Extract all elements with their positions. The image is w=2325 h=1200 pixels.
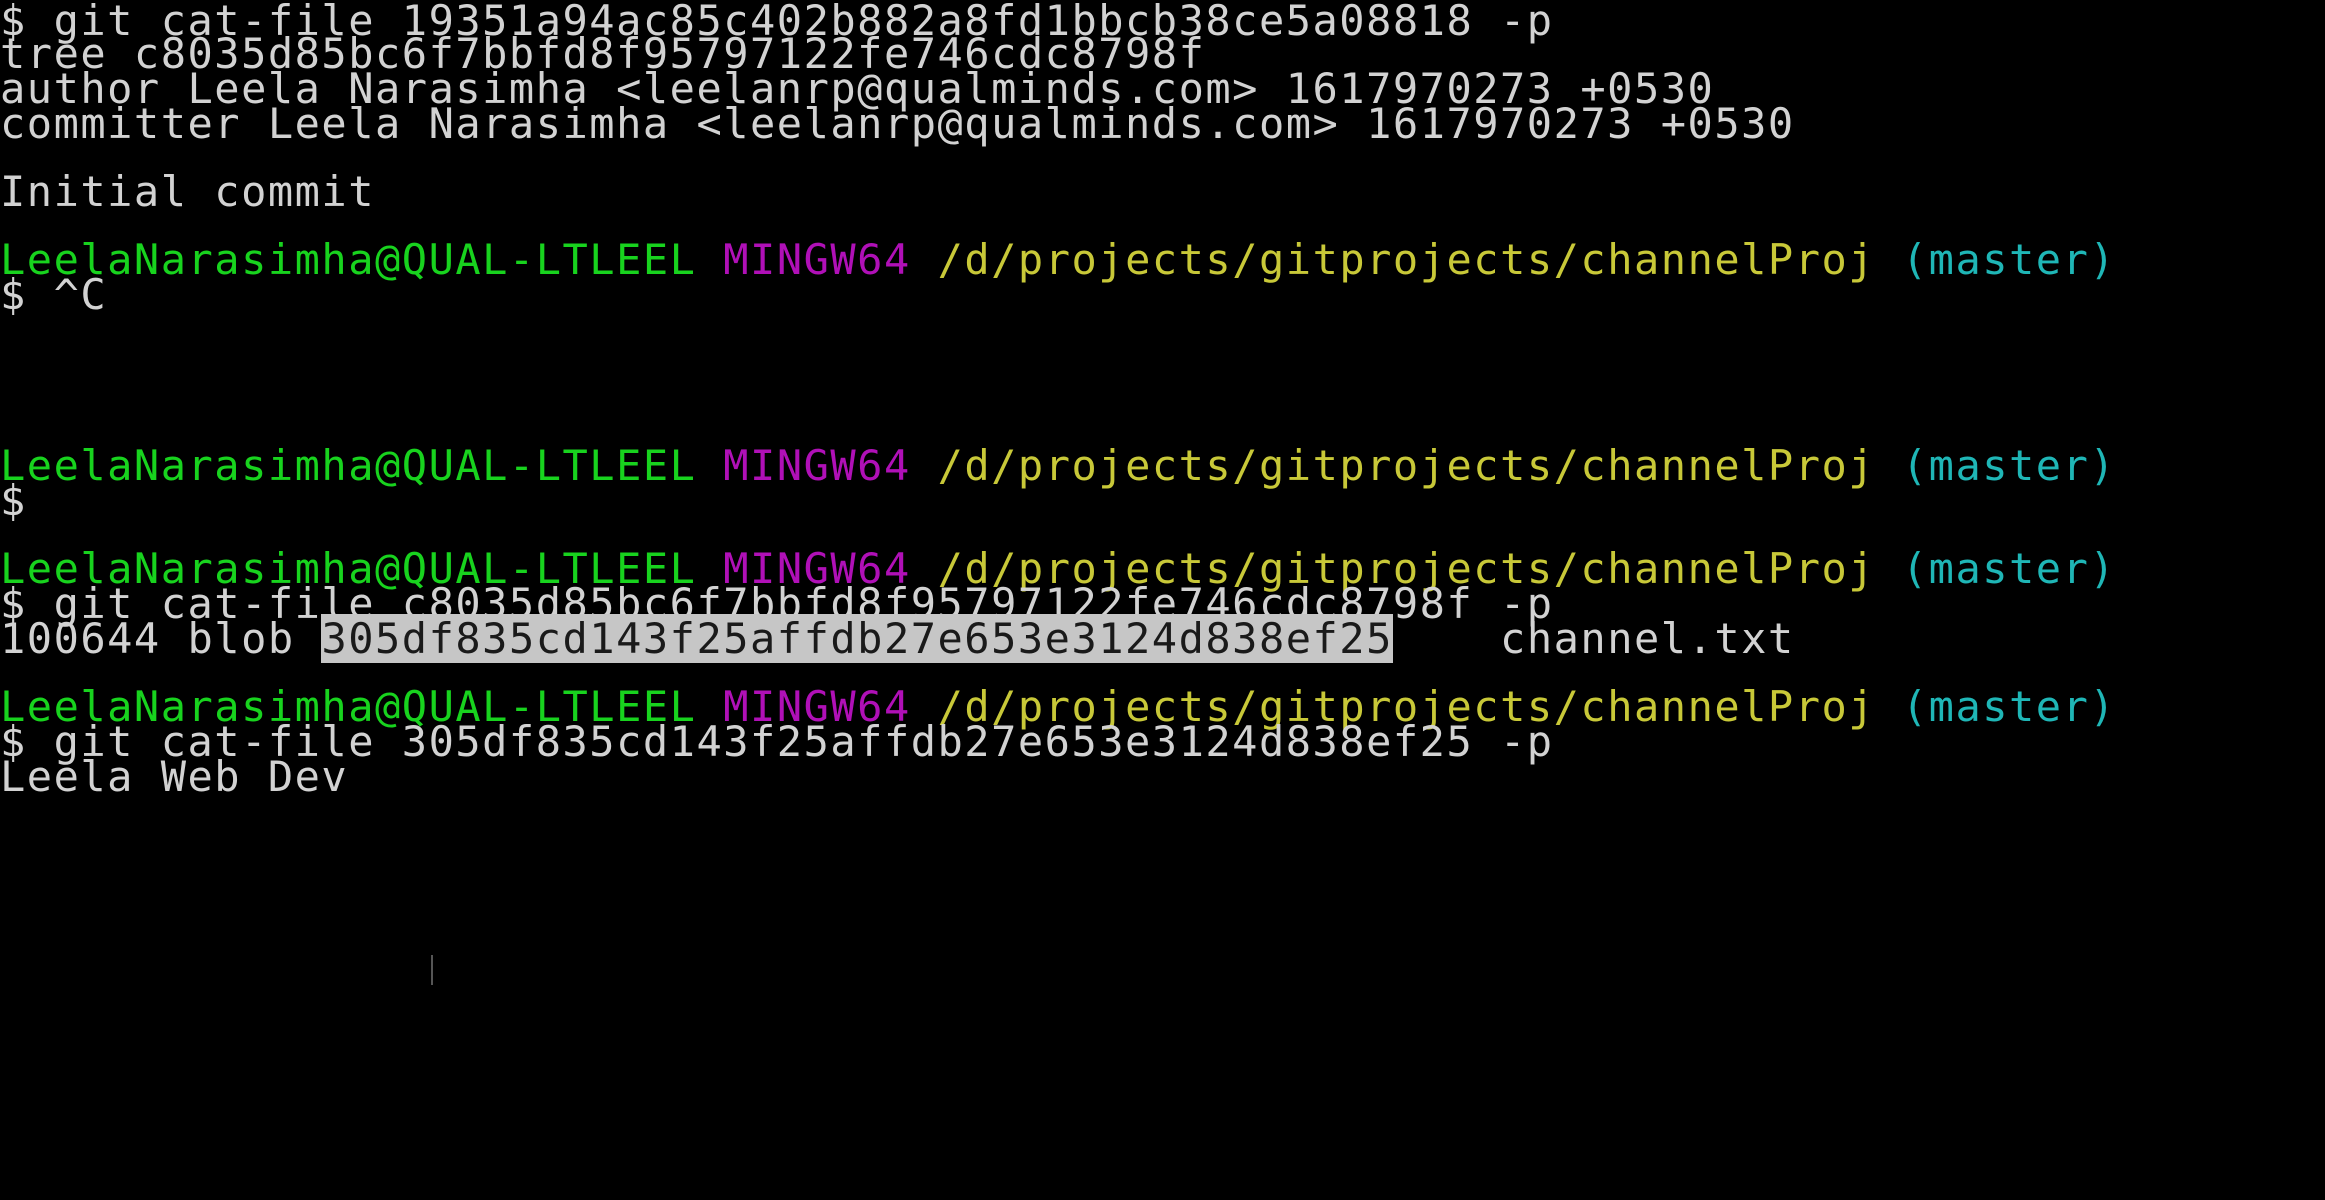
prompt-line: LeelaNarasimha@QUAL-LTLEEL MINGW64 /d/pr… [0,440,2116,491]
prompt-path: /d/projects/gitprojects/channelProj [937,441,1876,490]
prompt-branch: (master) [1901,544,2117,593]
prompt-branch: (master) [1901,235,2117,284]
selected-blob-hash[interactable]: 305df835cd143f25affdb27e653e3124d838ef25 [321,614,1393,663]
prompt-path: /d/projects/gitprojects/channelProj [937,235,1876,284]
prompt-system: MINGW64 [723,235,911,284]
prompt-system: MINGW64 [723,441,911,490]
prompt-branch: (master) [1901,441,2117,490]
terminal-window[interactable]: $ git cat-file 19351a94ac85c402b882a8fd1… [0,0,2325,1200]
output-commit-message: Initial commit [0,167,376,216]
output-committer-line: committer Leela Narasimha <leelanrp@qual… [0,99,1795,148]
tree-entry-mode-type: 100644 blob [0,614,322,663]
prompt-line: LeelaNarasimha@QUAL-LTLEEL MINGW64 /d/pr… [0,234,2116,285]
output-file-content: Leela Web Dev [0,752,349,801]
mouse-ibeam-cursor-icon [431,955,433,985]
prompt-user-host: LeelaNarasimha@QUAL-LTLEEL [0,441,697,490]
output-tree-entry: 100644 blob 305df835cd143f25affdb27e653e… [0,613,1795,664]
tree-entry-filename: channel.txt [1500,614,1795,663]
command-line: $ ^C [0,270,108,319]
command-line: $ [0,476,27,525]
prompt-branch: (master) [1901,682,2117,731]
